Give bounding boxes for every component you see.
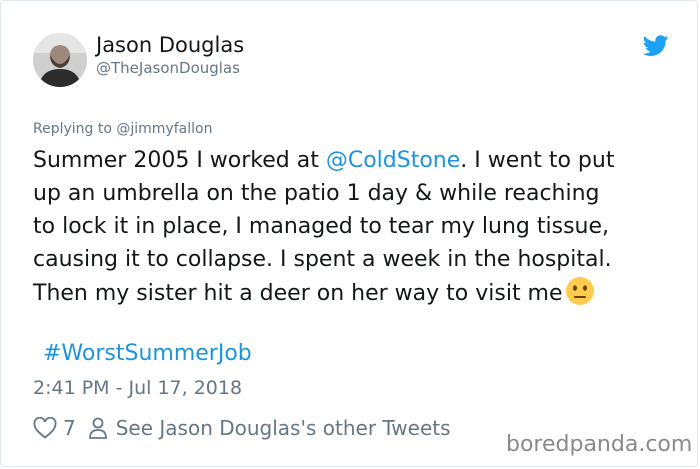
tweet-card: Jason Douglas @TheJasonDouglas Replying … [0,0,698,467]
tweet-line-2: up an umbrella on the patio 1 day & whil… [33,181,600,206]
replying-prefix: Replying to [33,121,117,137]
heart-icon[interactable] [33,417,57,439]
avatar-photo [33,33,87,87]
neutral-face-emoji-icon [565,277,594,305]
tweet-line-4: causing it to collapse. I spent a week i… [33,247,612,272]
tweet-timestamp[interactable]: 2:41 PM - Jul 17, 2018 [33,377,242,399]
hashtag-link[interactable]: #WorstSummerJob [43,341,252,366]
tweet-line-1-end: . I went to put [460,148,615,173]
tweet-line-1: Summer 2005 I worked at @ColdStone. I we… [33,144,683,177]
avatar[interactable] [33,33,87,87]
tweet-line-3: to lock it in place, I managed to tear m… [33,214,610,239]
person-icon [88,417,107,439]
replying-to: Replying to @jimmyfallon [33,121,212,137]
tweet-line-5-wrap: Then my sister hit a deer on her way to … [33,276,683,310]
watermark: boredpanda.com [506,432,693,457]
like-count[interactable]: 7 [63,416,76,440]
reply-mention-link[interactable]: @jimmyfallon [116,121,212,137]
coldstone-mention-link[interactable]: @ColdStone [326,148,460,173]
user-handle[interactable]: @TheJasonDouglas [96,59,240,77]
tweet-actions: 7 See Jason Douglas's other Tweets [33,413,451,443]
tweet-text: Summer 2005 I worked at @ColdStone. I we… [33,144,683,310]
other-tweets-link[interactable]: See Jason Douglas's other Tweets [116,416,451,440]
twitter-bird-icon[interactable] [643,35,669,57]
display-name[interactable]: Jason Douglas [96,33,244,57]
tweet-line-5: Then my sister hit a deer on her way to … [33,281,563,306]
tweet-line-1-start: Summer 2005 I worked at [33,148,326,173]
